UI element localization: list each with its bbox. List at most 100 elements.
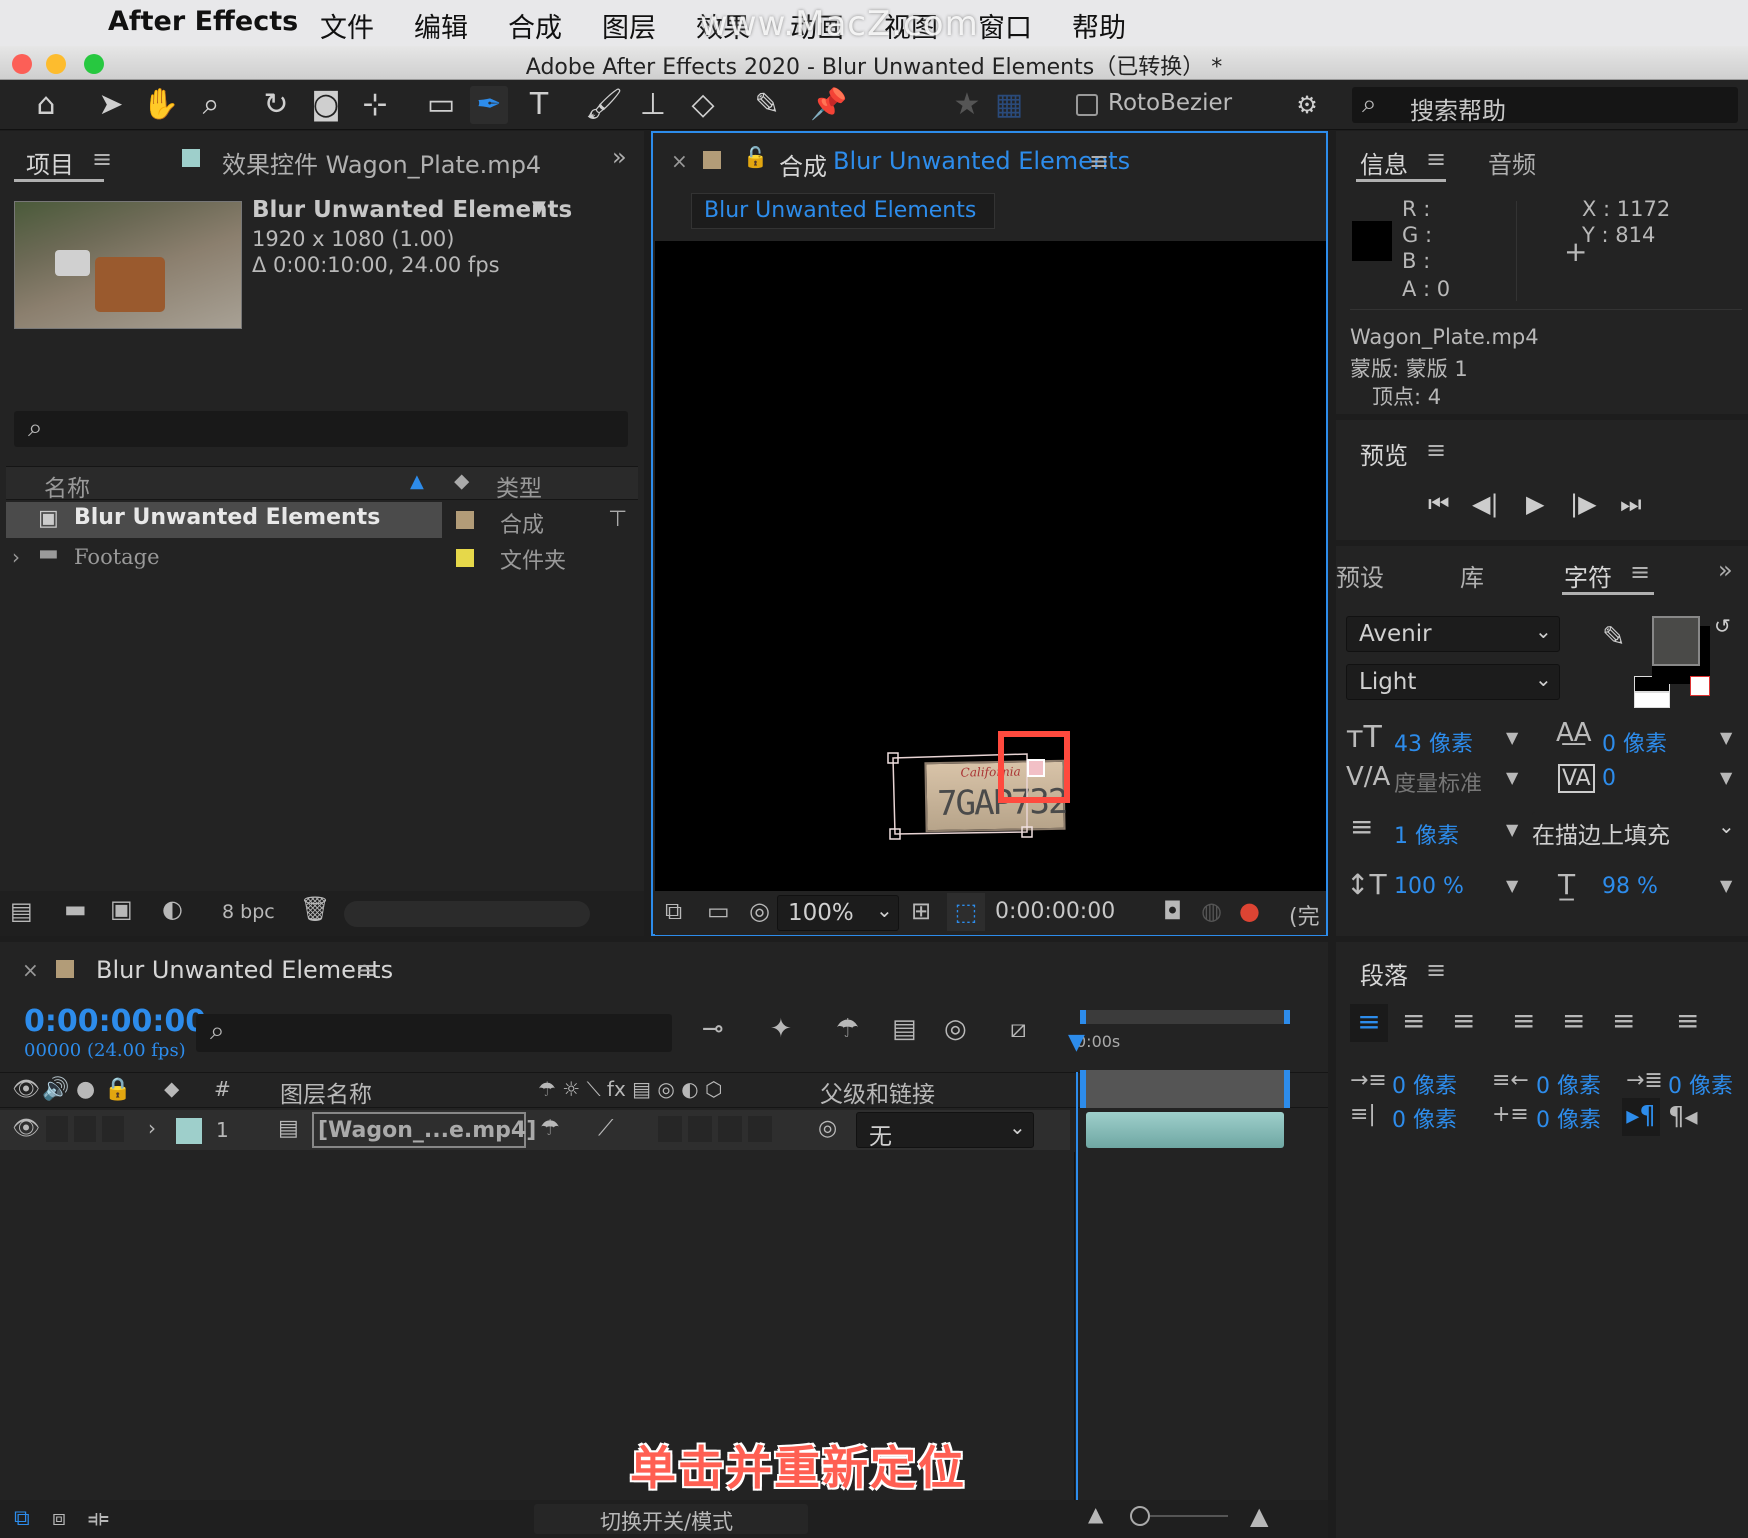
kerning-value[interactable]: 度量标准 xyxy=(1394,766,1482,798)
rtl-direction-icon[interactable]: ¶◂ xyxy=(1668,1102,1698,1132)
transfer-controls-icon[interactable]: ⧈ xyxy=(52,1506,66,1531)
playhead-line[interactable] xyxy=(1076,1072,1078,1538)
snapshot-icon[interactable]: ◘ xyxy=(1163,897,1182,925)
new-composition-icon[interactable]: ▣ xyxy=(110,895,133,923)
justify-right-icon[interactable]: ≡ xyxy=(1612,1004,1635,1037)
work-area-bar[interactable] xyxy=(1080,1010,1290,1024)
rotobezier-checkbox[interactable] xyxy=(1076,94,1098,116)
layer-duration-bar[interactable] xyxy=(1086,1112,1284,1148)
item-dropdown-icon[interactable]: ▼ xyxy=(532,197,546,218)
audio-toggle[interactable] xyxy=(46,1116,68,1142)
help-search-input[interactable]: ⌕ 搜索帮助 xyxy=(1352,87,1738,125)
indent-right-value[interactable]: 0 像素 xyxy=(1536,1068,1601,1100)
camera-icon[interactable]: ◙ xyxy=(307,86,345,124)
panel-menu-icon[interactable]: ≡ xyxy=(1426,956,1446,984)
dropdown-arrow-icon[interactable]: ▼ xyxy=(1720,728,1732,747)
clone-stamp-icon[interactable]: ⊥ xyxy=(634,86,672,124)
layer-search-input[interactable]: ⌕ xyxy=(196,1014,672,1052)
close-tab-icon[interactable]: × xyxy=(22,958,39,982)
chevron-right-icon[interactable]: › xyxy=(12,545,20,569)
solo-icon[interactable]: ● xyxy=(76,1077,95,1102)
brush-icon[interactable]: 🖌 xyxy=(585,86,623,124)
label-color-swatch[interactable] xyxy=(456,511,474,529)
show-snapshot-icon[interactable]: ◍ xyxy=(1201,897,1222,925)
zoom-dropdown[interactable]: 100% ⌄ xyxy=(777,895,899,931)
solo-toggle[interactable] xyxy=(74,1116,96,1142)
menu-composition[interactable]: 合成 xyxy=(508,6,562,45)
tab-presets[interactable]: 预设 xyxy=(1336,558,1384,593)
bit-depth-button[interactable]: 8 bpc xyxy=(222,901,275,923)
toggle-switches-modes-button[interactable]: 切换开关/模式 xyxy=(534,1504,808,1534)
timeline-tab-name[interactable]: Blur Unwanted Elements xyxy=(96,956,393,984)
play-icon[interactable]: ▶ xyxy=(1526,490,1544,518)
tab-effect-controls[interactable]: 效果控件 Wagon_Plate.mp4 xyxy=(222,145,541,180)
rotate-icon[interactable]: ↻ xyxy=(257,86,295,124)
lock-icon[interactable]: 🔒 xyxy=(104,1077,131,1102)
panel-menu-icon[interactable]: ≡ xyxy=(1426,145,1446,173)
project-row-comp[interactable]: ▣ Blur Unwanted Elements xyxy=(6,502,442,538)
indent-left-value[interactable]: 0 像素 xyxy=(1392,1068,1457,1100)
project-search-input[interactable]: ⌕ xyxy=(14,411,628,447)
white-swatch[interactable] xyxy=(1634,692,1670,708)
motion-blur-switch[interactable] xyxy=(718,1116,742,1142)
workspace-icon[interactable]: ⚙ xyxy=(1288,86,1326,124)
tab-info[interactable]: 信息 xyxy=(1360,145,1408,180)
comp-timecode[interactable]: 0:00:00:00 xyxy=(995,899,1115,924)
text-icon[interactable]: T xyxy=(520,86,558,124)
3d-switch[interactable] xyxy=(748,1116,772,1142)
zoom-icon[interactable]: ⌕ xyxy=(192,86,230,124)
shy-layers-icon[interactable]: ☂ xyxy=(836,1014,859,1044)
selection-icon[interactable]: ➤ xyxy=(92,86,130,124)
label-color-swatch[interactable] xyxy=(456,549,474,567)
pen-icon[interactable]: ✒ xyxy=(470,86,508,124)
project-settings-icon[interactable]: ◐ xyxy=(162,895,183,923)
align-right-icon[interactable]: ≡ xyxy=(1452,1004,1475,1037)
eye-icon[interactable]: 👁 xyxy=(12,1116,40,1141)
zoom-in-icon[interactable]: ▲ xyxy=(1250,1502,1268,1530)
dropdown-arrow-icon[interactable]: ▼ xyxy=(1506,820,1518,839)
stroke-mode-dropdown[interactable]: 在描边上填充 ⌄ xyxy=(1532,812,1744,849)
preview-title[interactable]: 预览 xyxy=(1360,436,1408,471)
chevron-right-icon[interactable]: › xyxy=(148,1116,156,1140)
eraser-icon[interactable]: ◇ xyxy=(684,86,722,124)
motion-blur-icon[interactable]: ◎ xyxy=(944,1014,967,1044)
space-after-value[interactable]: 0 像素 xyxy=(1536,1102,1601,1134)
tracking-value[interactable]: 0 xyxy=(1602,766,1616,791)
justify-center-icon[interactable]: ≡ xyxy=(1562,1004,1585,1037)
tab-audio[interactable]: 音频 xyxy=(1488,145,1536,180)
layer-row[interactable]: 👁 › 1 ▤ [Wagon_...e.mp4] ☂ ⟋ ◎ 无 ⌄ xyxy=(0,1110,1070,1150)
time-ruler[interactable] xyxy=(1080,1070,1290,1108)
leading-value[interactable]: 0 像素 xyxy=(1602,726,1667,758)
layer-name-field[interactable]: [Wagon_...e.mp4] xyxy=(312,1112,536,1148)
panel-menu-icon[interactable]: ≡ xyxy=(1426,436,1446,464)
hand-icon[interactable]: ✋ xyxy=(142,86,180,124)
align-center-icon[interactable]: ≡ xyxy=(1402,1004,1425,1037)
comp-flowchart-icon[interactable]: ⊸ xyxy=(702,1014,724,1044)
home-icon[interactable]: ⌂ xyxy=(27,86,65,124)
close-tab-icon[interactable]: × xyxy=(671,149,688,173)
vertical-scale-value[interactable]: 100 % xyxy=(1394,874,1464,899)
column-layer-name[interactable]: 图层名称 xyxy=(280,1075,372,1109)
justify-all-icon[interactable]: ≡ xyxy=(1676,1004,1699,1037)
dropdown-arrow-icon[interactable]: ▼ xyxy=(1720,768,1732,787)
flowchart-icon[interactable]: ⊤ xyxy=(608,507,627,532)
dropdown-arrow-icon[interactable]: ▼ xyxy=(1506,876,1518,895)
tab-project[interactable]: 项目 xyxy=(26,145,74,180)
current-timecode[interactable]: 0:00:00:00 xyxy=(24,1004,206,1039)
horizontal-scale-value[interactable]: 98 % xyxy=(1602,874,1658,899)
puppet-pin-icon[interactable]: 📌 xyxy=(810,86,848,124)
previous-frame-icon[interactable]: ◀| xyxy=(1472,490,1499,518)
audio-icon[interactable]: 🔊 xyxy=(42,1077,69,1102)
ltr-direction-icon[interactable]: ▸¶ xyxy=(1622,1098,1660,1136)
last-frame-icon[interactable]: ⏭ xyxy=(1620,490,1642,518)
comp-tab-prefix[interactable]: 合成 xyxy=(779,147,827,182)
parent-dropdown[interactable]: 无 ⌄ xyxy=(856,1112,1034,1150)
label-tag-icon[interactable]: ⬥ xyxy=(164,1077,179,1102)
frame-blend-switch[interactable] xyxy=(688,1116,712,1142)
frame-blending-icon[interactable]: ▤ xyxy=(892,1014,917,1044)
no-fill-swatch[interactable] xyxy=(1690,676,1710,696)
lock-toggle[interactable] xyxy=(102,1116,124,1142)
monitor-icon[interactable]: ▭ xyxy=(707,897,730,925)
panel-menu-icon[interactable]: ≡ xyxy=(356,956,376,984)
fill-color-box[interactable] xyxy=(1652,616,1700,666)
